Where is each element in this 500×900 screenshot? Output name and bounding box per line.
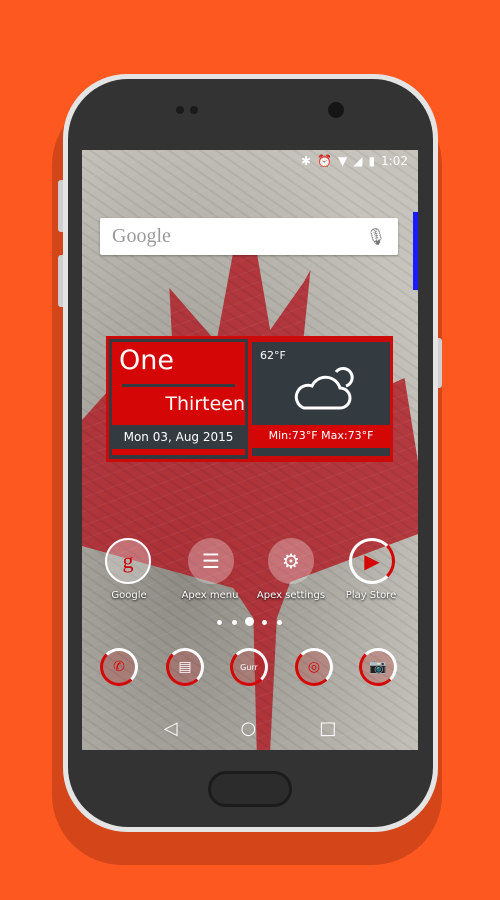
dock-gurr[interactable]: Gurr	[230, 648, 268, 686]
dock-messages[interactable]: ▤	[166, 648, 204, 686]
home-button[interactable]	[208, 771, 292, 807]
play-store-icon: ▶	[364, 549, 380, 573]
chrome-icon: ◎	[307, 659, 321, 675]
clock-date: Mon 03, Aug 2015	[123, 430, 234, 444]
app-apex-menu[interactable]: ☰	[188, 538, 234, 584]
wifi-icon: ▼	[337, 154, 348, 168]
app-label-apex-menu: Apex menu	[181, 590, 239, 601]
app-label-play-store: Play Store	[345, 590, 397, 601]
page-dot-3-current[interactable]	[245, 617, 254, 626]
front-camera	[328, 102, 344, 118]
bluetooth-icon: ✱	[300, 154, 312, 168]
page-dot-1[interactable]	[217, 620, 222, 625]
weather-widget[interactable]: 62°F Min:73°F Max:73°F	[252, 342, 390, 456]
dock-phone[interactable]: ✆	[100, 648, 138, 686]
page-dot-2[interactable]	[232, 620, 237, 625]
alarm-icon: ⏰	[317, 154, 332, 168]
speaker	[176, 106, 202, 114]
back-button[interactable]: ◁	[164, 718, 178, 739]
recents-button[interactable]: □	[319, 718, 336, 739]
weather-temp: 62°F	[260, 349, 286, 362]
app-play-store[interactable]: ▶	[349, 538, 395, 584]
clock-time: 1:02	[381, 154, 408, 168]
weather-minmax: Min:73°F Max:73°F	[268, 429, 374, 442]
page-dot-5[interactable]	[277, 620, 282, 625]
camera-icon: 📷	[369, 659, 387, 675]
mic-icon[interactable]: 🎙	[366, 227, 386, 246]
google-search-bar[interactable]: Google 🎙	[100, 218, 398, 255]
clock-widget[interactable]: One Thirteen Mon 03, Aug 2015	[109, 339, 248, 459]
status-bar: ✱ ⏰ ▼ ◢ ▮ 1:02	[82, 150, 418, 172]
app-google[interactable]: g	[105, 538, 151, 584]
dock-camera[interactable]: 📷	[359, 648, 397, 686]
gurr-app-logo: Gurr	[240, 662, 258, 672]
clock-hour: One	[119, 345, 174, 376]
scroll-indicator[interactable]	[413, 212, 418, 290]
gear-icon: ⚙	[282, 549, 300, 573]
google-logo: Google	[112, 225, 171, 247]
page-dot-4[interactable]	[262, 620, 267, 625]
battery-charging-icon: ▮	[368, 154, 376, 168]
messages-icon: ▤	[178, 659, 192, 675]
app-apex-settings[interactable]: ⚙	[268, 538, 314, 584]
phone-icon: ✆	[113, 659, 125, 675]
menu-icon: ☰	[202, 549, 220, 573]
app-label-apex-settings: Apex settings	[256, 590, 326, 601]
home-nav-button[interactable]: ○	[241, 718, 257, 739]
clock-weather-widget[interactable]: One Thirteen Mon 03, Aug 2015 62°F Min:7…	[106, 336, 393, 462]
app-label-google: Google	[111, 590, 147, 601]
clock-minute: Thirteen	[165, 393, 245, 415]
clock-divider	[122, 384, 235, 387]
navigation-bar: ◁ ○ □	[82, 706, 418, 750]
dock-chrome[interactable]: ◎	[295, 648, 333, 686]
partly-cloudy-icon	[294, 367, 354, 410]
signal-icon: ◢	[353, 154, 363, 168]
home-screen: ✱ ⏰ ▼ ◢ ▮ 1:02 Google 🎙 One Thirteen Mon…	[82, 150, 418, 750]
